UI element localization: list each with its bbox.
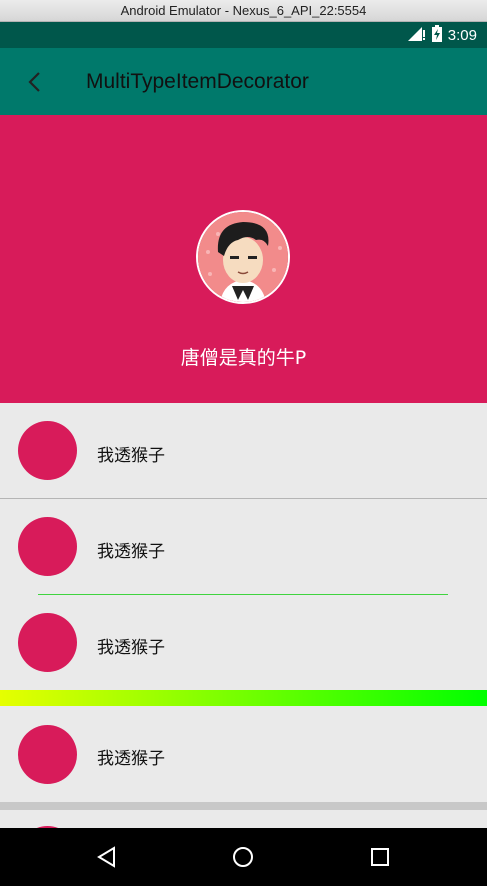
list-item-label: 我透猴子 — [97, 749, 165, 769]
list-item[interactable]: 我透猴子 — [0, 499, 487, 594]
status-icons: 3:09 — [407, 22, 477, 48]
emulator-window-title: Android Emulator - Nexus_6_API_22:5554 — [0, 0, 487, 22]
list-item-label: 我透猴子 — [97, 638, 165, 658]
list-item[interactable]: 我透猴子 — [0, 403, 487, 498]
avatar[interactable] — [196, 210, 290, 304]
recents-square-icon[interactable] — [365, 842, 395, 872]
app-title: MultiTypeItemDecorator — [86, 70, 309, 93]
list-item-avatar — [18, 725, 77, 784]
item-divider-gradient — [0, 690, 487, 706]
list-item-label: 我透猴子 — [97, 446, 165, 466]
app-bar: MultiTypeItemDecorator — [0, 48, 487, 115]
signal-icon — [407, 26, 426, 45]
item-divider-thick — [0, 802, 487, 810]
home-circle-icon[interactable] — [228, 842, 258, 872]
status-bar: 3:09 — [0, 22, 487, 48]
navigation-bar — [0, 828, 487, 886]
list-item[interactable]: 我透猴子 — [0, 595, 487, 690]
back-arrow-icon[interactable] — [16, 64, 52, 100]
status-time: 3:09 — [447, 26, 477, 44]
battery-charging-icon — [431, 24, 442, 46]
list-item-label: 我透猴子 — [97, 542, 165, 562]
list-item[interactable] — [0, 810, 487, 828]
list-item-avatar — [18, 421, 77, 480]
list-item-avatar — [18, 517, 77, 576]
list-item-avatar — [18, 613, 77, 672]
list-item[interactable]: 我透猴子 — [0, 706, 487, 802]
profile-header: 唐僧是真的牛P — [0, 115, 487, 403]
back-triangle-icon[interactable] — [92, 842, 122, 872]
header-name: 唐僧是真的牛P — [180, 347, 307, 369]
